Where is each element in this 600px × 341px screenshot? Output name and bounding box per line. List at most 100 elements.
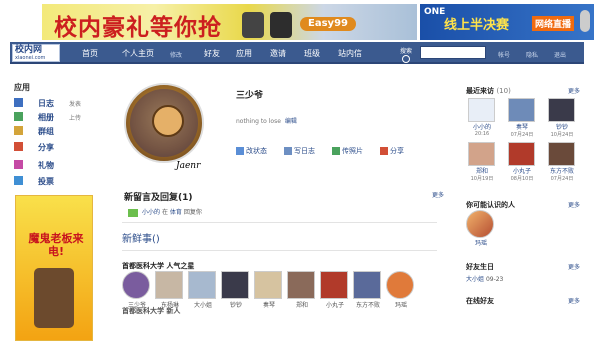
popular-user-avatar <box>122 271 150 299</box>
popular-user[interactable]: 玛瑶 <box>386 271 416 309</box>
visitor-date: 07月24日 <box>550 176 574 182</box>
logo-text: 校内网 <box>15 45 43 55</box>
message-item: 小小的 在 体育 回复你 <box>128 207 202 217</box>
visitor-avatar <box>468 142 495 166</box>
nav-class[interactable]: 班级 <box>304 48 320 59</box>
site-logo[interactable]: 校内网 xiaonei.com <box>12 44 60 62</box>
share-button[interactable]: 分享 <box>380 146 404 156</box>
popular-user[interactable]: 大小姐 <box>188 271 218 309</box>
search-label: 搜索 <box>400 48 413 55</box>
nav-apps[interactable]: 应用 <box>236 48 252 59</box>
suggested-friend[interactable]: 玛瑶 <box>466 210 496 247</box>
visitors-title: 最近来访 (10) <box>466 86 511 96</box>
app-label: 投票 <box>38 177 54 186</box>
main-content: Jaenr 三少爷 nothing to lose 编辑 改状态 写日志 传照片… <box>100 64 445 341</box>
maybe-more-link[interactable]: 更多 <box>568 200 580 209</box>
live-banner-label: ONE <box>424 7 446 17</box>
popular-user[interactable]: 郑和 <box>287 271 317 309</box>
app-extra-link[interactable]: 上传 <box>69 113 81 122</box>
news-title[interactable]: 新鲜事() <box>122 230 160 245</box>
write-blog-button[interactable]: 写日志 <box>284 146 315 156</box>
ad-text: 魔鬼老板来电! <box>28 232 84 258</box>
birthday-more-link[interactable]: 更多 <box>568 262 580 271</box>
profile-name: 三少爷 <box>236 91 264 101</box>
popular-user-avatar <box>287 271 315 299</box>
status-line: nothing to lose 编辑 <box>236 116 297 125</box>
live-banner[interactable]: ONE 线上半决赛 网络直播 <box>420 4 594 40</box>
visitor-item[interactable]: 奏琴 07月24日 <box>504 98 540 138</box>
logo-subtext: xiaonei.com <box>15 55 46 61</box>
maybe-known-title: 你可能认识的人 <box>466 201 515 209</box>
visitor-name: 东方不败 <box>549 168 574 175</box>
popular-user-avatar <box>353 271 381 299</box>
promo-banner[interactable]: 校内豪礼等你抢 Easy99 <box>42 4 417 40</box>
profile-avatar[interactable]: Jaenr <box>124 83 210 171</box>
app-icon <box>14 112 23 121</box>
message-board[interactable]: 体育 <box>170 209 182 216</box>
popular-user-avatar <box>188 271 216 299</box>
messages-title: 新留言及回复(1) <box>124 193 193 203</box>
visitor-item[interactable]: 钞钞 10月24日 <box>544 98 580 138</box>
upload-photo-button[interactable]: 传照片 <box>332 146 363 156</box>
popular-user-name: 东方不败 <box>355 302 380 309</box>
nav-inbox[interactable]: 站内信 <box>338 48 362 59</box>
visitor-avatar <box>468 98 495 122</box>
phone-image <box>34 268 74 328</box>
action-label: 传照片 <box>342 147 363 155</box>
nav-friends[interactable]: 好友 <box>204 48 220 59</box>
side-ad[interactable]: 魔鬼老板来电! <box>15 195 93 341</box>
app-extra-link[interactable]: 发表 <box>69 99 81 108</box>
suggested-friend-name: 玛瑶 <box>474 240 487 247</box>
divider <box>122 250 437 251</box>
visitors-title-text: 最近来访 <box>466 87 494 95</box>
message-author[interactable]: 小小的 <box>142 209 160 216</box>
nav-home[interactable]: 首页 <box>82 48 98 59</box>
nav-edit[interactable]: 修改 <box>170 50 182 59</box>
visitors-more-link[interactable]: 更多 <box>568 86 580 95</box>
change-status-button[interactable]: 改状态 <box>236 146 267 156</box>
popular-user-avatar <box>254 271 282 299</box>
popular-user-avatar <box>320 271 348 299</box>
popular-user[interactable]: 东杨琳 <box>155 271 185 309</box>
visitor-date: 08月10日 <box>510 176 534 182</box>
live-banner-title: 线上半决赛 <box>444 18 510 33</box>
nav-logout[interactable]: 退出 <box>554 50 566 59</box>
right-sidebar: 最近来访 (10) 更多 小小的 20:16 奏琴 07月24日 钞钞 10月24日郑和 1… <box>448 64 584 341</box>
messages-more-link[interactable]: 更多 <box>432 190 444 199</box>
promo-text: 校内豪礼等你抢 <box>54 14 222 40</box>
search-icon[interactable] <box>402 55 410 63</box>
visitor-item[interactable]: 小小的 20:16 <box>464 98 500 137</box>
visitor-avatar <box>548 142 575 166</box>
visitors-count: (10) <box>496 87 511 95</box>
visitor-name: 郑和 <box>475 168 488 175</box>
popular-user[interactable]: 钞钞 <box>221 271 251 309</box>
popular-user[interactable]: 东方不败 <box>353 271 383 309</box>
suggested-friend-avatar <box>466 210 494 238</box>
avatar-caption: Jaenr <box>176 161 201 171</box>
lion-face <box>152 105 184 137</box>
new-students-title: 首都医科大学 新人 <box>122 307 181 315</box>
popular-user[interactable]: 小丸子 <box>320 271 350 309</box>
popular-user[interactable]: 奏琴 <box>254 271 284 309</box>
nav-account[interactable]: 帐号 <box>498 50 510 59</box>
search-input[interactable] <box>420 46 486 59</box>
nav-privacy[interactable]: 隐私 <box>526 50 538 59</box>
birthday-name[interactable]: 大小姐 <box>466 276 484 283</box>
popular-user[interactable]: 三少爷 <box>122 271 152 309</box>
visitor-item[interactable]: 郑和 10月19日 <box>464 142 500 182</box>
visitor-date: 20:16 <box>474 131 490 137</box>
visitor-avatar <box>508 142 535 166</box>
popular-user-name: 钞钞 <box>229 302 242 309</box>
microphone-icon <box>580 10 590 32</box>
online-friends-title: 在线好友 <box>466 297 494 305</box>
visitor-item[interactable]: 东方不败 07月24日 <box>544 142 580 182</box>
app-icon <box>14 98 23 107</box>
app-label: 群组 <box>38 127 54 136</box>
popular-user-name: 郑和 <box>295 302 308 309</box>
popular-user-avatar <box>155 271 183 299</box>
visitor-item[interactable]: 小丸子 08月10日 <box>504 142 540 182</box>
status-edit-link[interactable]: 编辑 <box>285 118 297 125</box>
nav-profile[interactable]: 个人主页 <box>122 48 154 59</box>
nav-invite[interactable]: 邀请 <box>270 48 286 59</box>
online-more-link[interactable]: 更多 <box>568 296 580 305</box>
